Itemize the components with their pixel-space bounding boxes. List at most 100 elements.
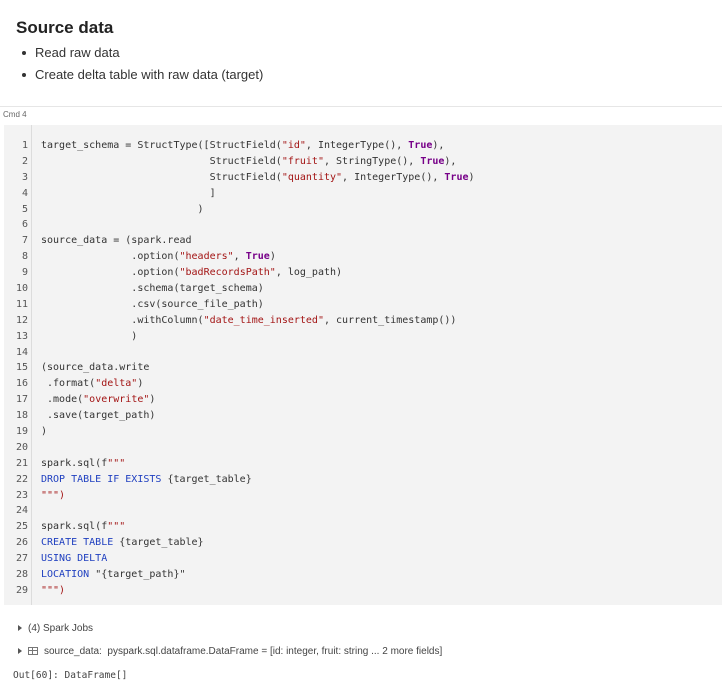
spark-jobs-label: (4) Spark Jobs (28, 623, 94, 634)
code-line: 8 .option("headers", True) (4, 249, 475, 265)
code-token: .format( (41, 378, 96, 390)
line-number: 26 (15, 537, 28, 549)
line-number: 21 (15, 457, 28, 469)
code-token: source_data = (spark.read (41, 235, 192, 247)
line-number: 18 (15, 410, 28, 422)
line-number: 8 (21, 251, 28, 263)
code-token: True (444, 171, 469, 183)
bullet-item-read-raw: Read raw data (22, 42, 263, 64)
code-token: .withColumn( (41, 314, 204, 326)
code-token: "badRecordsPath" (179, 267, 276, 279)
code-line: 3 StructField("quantity", IntegerType(),… (4, 170, 475, 186)
line-number: 11 (15, 298, 28, 310)
code-token: ) (41, 330, 138, 342)
bullet-list: Read raw data Create delta table with ra… (22, 42, 263, 86)
code-token: ) (137, 378, 144, 390)
code-block[interactable]: 1 target_schema = StructType([StructField… (4, 138, 475, 599)
line-number: 13 (15, 330, 28, 342)
line-number: 15 (15, 362, 28, 374)
triangle-right-icon (18, 648, 22, 655)
line-number: 25 (15, 521, 28, 533)
spark-jobs-toggle[interactable]: (4) Spark Jobs (18, 623, 93, 634)
line-number: 29 (15, 584, 28, 596)
code-token: "delta" (95, 378, 138, 390)
code-token: .schema(target_schema) (41, 283, 264, 295)
line-number: 5 (21, 203, 28, 215)
code-token: "headers" (179, 251, 234, 263)
code-token: StructField( (41, 171, 282, 183)
code-token: DROP TABLE IF EXISTS (41, 473, 168, 485)
code-token: USING DELTA (41, 553, 108, 565)
code-token: ), (432, 140, 445, 151)
code-token: ) (269, 251, 276, 263)
line-number: 4 (21, 187, 28, 199)
code-token: "{target_path}" (95, 569, 186, 581)
code-line: 19) (4, 424, 475, 440)
code-token: """) (41, 584, 66, 596)
code-token: ), (444, 155, 457, 167)
code-token: "quantity" (281, 171, 343, 183)
code-token: ) (41, 426, 48, 438)
dataframe-schema-toggle[interactable]: source_data: pyspark.sql.dataframe.DataF… (18, 646, 442, 657)
cmd-label: Cmd 4 (3, 110, 27, 119)
code-token: , StringType(), (323, 155, 421, 167)
code-token: ) (149, 394, 156, 406)
code-token: .csv(source_file_path) (41, 298, 264, 310)
dataframe-type: pyspark.sql.dataframe.DataFrame = [id: i… (107, 646, 443, 657)
code-line: 4 ] (4, 186, 475, 202)
line-number: 3 (21, 171, 28, 183)
line-number: 9 (21, 267, 28, 279)
code-line: 23 """) (4, 488, 475, 504)
code-token: """) (41, 489, 66, 501)
code-token: spark.sql(f (41, 457, 108, 469)
code-line: 11 .csv(source_file_path) (4, 297, 475, 313)
code-line: 20 (4, 440, 475, 456)
line-number: 19 (15, 426, 28, 438)
code-line: 10 .schema(target_schema) (4, 281, 475, 297)
code-token: {target_table} (119, 537, 204, 549)
code-line: 2 StructField("fruit", StringType(), Tru… (4, 154, 475, 170)
line-number: 10 (15, 283, 28, 295)
markdown-cell: Source data Read raw data Create delta t… (0, 0, 722, 104)
code-token: "id" (281, 140, 306, 151)
line-number: 12 (15, 314, 28, 326)
line-number: 23 (15, 489, 28, 501)
code-token: .option( (41, 267, 180, 279)
code-line: 21 spark.sql(f""" (4, 456, 475, 472)
code-token: ] (41, 187, 216, 199)
code-token: "overwrite" (83, 394, 150, 406)
code-line: 17 .mode("overwrite") (4, 392, 475, 408)
code-token: ) (41, 203, 204, 215)
triangle-right-icon (18, 625, 22, 632)
code-cell-editor[interactable]: 1 target_schema = StructType([StructField… (4, 125, 722, 605)
cell-divider (0, 106, 722, 107)
code-token: , current_timestamp()) (323, 314, 457, 326)
code-token: .save(target_path) (41, 410, 156, 422)
line-number: 14 (15, 346, 28, 358)
code-line: 7 source_data = (spark.read (4, 233, 475, 249)
line-number: 24 (15, 505, 28, 517)
line-number: 2 (21, 155, 28, 167)
code-line: 25 spark.sql(f""" (4, 519, 475, 535)
code-line: 26 CREATE TABLE {target_table} (4, 535, 475, 551)
code-token: , IntegerType(), (342, 171, 445, 183)
code-line: 24 (4, 503, 475, 519)
code-token: LOCATION (41, 569, 96, 581)
code-token: """ (107, 457, 126, 469)
section-title: Source data (16, 18, 114, 37)
code-line: 5 ) (4, 202, 475, 218)
table-icon (28, 647, 38, 656)
dataframe-name: source_data: (44, 646, 102, 657)
code-line: 22 DROP TABLE IF EXISTS {target_table} (4, 472, 475, 488)
line-number: 22 (15, 473, 28, 485)
code-token: ) (468, 171, 475, 183)
code-line: 28 LOCATION "{target_path}" (4, 567, 475, 583)
code-line: 16 .format("delta") (4, 376, 475, 392)
code-token: .mode( (41, 394, 84, 406)
code-token: CREATE TABLE (41, 537, 120, 549)
code-line: 12 .withColumn("date_time_inserted", cur… (4, 313, 475, 329)
code-token: .option( (41, 251, 180, 263)
code-line: 27 USING DELTA (4, 551, 475, 567)
line-number: 17 (15, 394, 28, 406)
code-token: (source_data.write (41, 362, 150, 374)
